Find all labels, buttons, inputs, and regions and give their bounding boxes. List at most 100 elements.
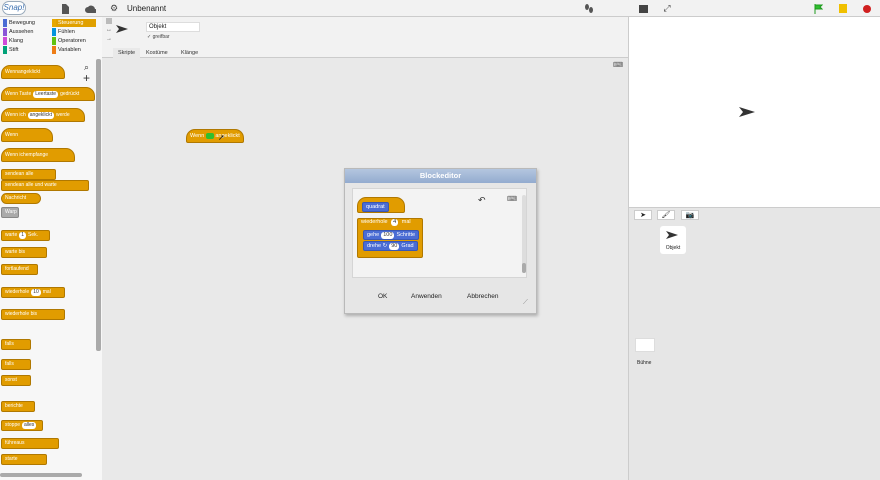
script-hat-block[interactable]: Wenn angeklickt	[186, 129, 244, 143]
palette-block[interactable]: Nachricht	[1, 193, 41, 204]
draggable-checkbox[interactable]: ✓ greifbar	[147, 34, 170, 40]
block-label-suffix: an alle	[18, 171, 34, 177]
tab-costumes[interactable]: Kostüme	[141, 48, 173, 58]
category-motion[interactable]: Bewegung	[3, 19, 47, 27]
apply-button[interactable]: Anwenden	[411, 293, 442, 300]
sprite-name-field[interactable]: Objekt	[146, 22, 200, 32]
rotation-style-full[interactable]	[106, 18, 112, 24]
pause-icon[interactable]	[836, 2, 850, 15]
palette-block[interactable]: Wenn Taste Leertaste gedrückt	[1, 87, 95, 101]
dialog-scrollbar[interactable]	[522, 263, 526, 273]
block-label: Wenn Taste	[5, 91, 32, 97]
move-block[interactable]: gehe 100 Schritte	[363, 230, 420, 240]
repeat-count-slot[interactable]: 4	[391, 219, 399, 226]
stage-thumbnail[interactable]	[635, 338, 655, 352]
block-label-suffix: Sek.	[28, 232, 39, 238]
keyboard-icon[interactable]: ⌨	[613, 61, 623, 69]
tab-sounds[interactable]: Klänge	[176, 48, 203, 58]
tab-scripts[interactable]: Skripte	[113, 48, 141, 58]
top-bar: Snap! ⚙ Unbenannt ⤢	[0, 0, 880, 17]
block-label: sende	[5, 182, 19, 188]
undo-icon[interactable]: ↶	[478, 195, 486, 206]
block-label: sende	[5, 171, 19, 177]
camera-icon[interactable]: 📷	[681, 210, 699, 220]
block-slot[interactable]: angeklickt	[27, 112, 54, 119]
dialog-title[interactable]: Blockeditor	[345, 169, 536, 183]
block-slot[interactable]: 1	[19, 232, 27, 239]
block-label: Nachricht	[5, 195, 27, 201]
category-variables[interactable]: Variablen	[52, 46, 96, 54]
file-icon[interactable]	[58, 2, 72, 15]
palette-block[interactable]: warte 1 Sek.	[1, 230, 50, 241]
custom-hat-block[interactable]: quadrat	[357, 197, 405, 213]
prototype-block[interactable]: quadrat	[362, 202, 389, 212]
add-block-icon[interactable]: +	[83, 71, 90, 85]
stop-icon[interactable]	[860, 2, 874, 15]
block-label: führe	[5, 440, 17, 446]
block-definition-area[interactable]: quadrat wiederhole 4 mal gehe 100 Schritte…	[352, 188, 527, 278]
category-pen[interactable]: Stift	[3, 46, 47, 54]
block-label: wiederhole bis	[5, 311, 37, 317]
palette-block[interactable]: berichte	[1, 401, 35, 412]
block-label: falls	[5, 361, 14, 367]
rotation-style-leftright[interactable]: ↔	[106, 27, 112, 33]
sprite-arrow-icon[interactable]	[739, 107, 755, 117]
block-slot[interactable]: Leertaste	[33, 91, 59, 98]
dialog-scroll-track	[522, 195, 526, 273]
footprints-icon[interactable]	[582, 2, 596, 15]
block-label: fortlaufend	[5, 266, 29, 272]
palette-block[interactable]: Wenn ich angeklickt werde	[1, 108, 85, 122]
block-slot[interactable]: 10	[31, 289, 41, 296]
category-selector: Bewegung Steuerung Aussehen Fühlen Klang…	[0, 17, 102, 59]
palette-block[interactable]: führeaus	[1, 438, 59, 449]
turn-block[interactable]: drehe ↻ 90 Grad	[363, 241, 418, 251]
palette-block[interactable]: falls	[1, 359, 31, 370]
block-label-suffix: werde	[56, 112, 70, 118]
category-control[interactable]: Steuerung	[52, 19, 96, 27]
palette-block[interactable]: falls	[1, 339, 31, 350]
palette-block[interactable]: Wennangeklickt	[1, 65, 65, 79]
turtle-icon[interactable]: ➤	[634, 210, 652, 220]
resize-handle-icon[interactable]: ⟋	[523, 299, 528, 307]
cloud-icon[interactable]	[83, 2, 97, 15]
green-flag-icon[interactable]	[811, 2, 825, 15]
block-label-suffix: mal	[42, 289, 51, 295]
palette-horizontal-scrollbar[interactable]	[0, 473, 82, 477]
palette-block[interactable]: sendean alle und warte	[1, 180, 89, 191]
category-sensing[interactable]: Fühlen	[52, 28, 96, 36]
block-label: falls	[5, 341, 14, 347]
palette-block[interactable]: Warp	[1, 207, 19, 218]
turn-degrees-slot[interactable]: 90	[389, 243, 400, 250]
palette-block[interactable]: sonst	[1, 375, 31, 386]
palette-block[interactable]: starte	[1, 454, 47, 465]
snap-logo[interactable]: Snap!	[2, 1, 26, 15]
ok-button[interactable]: OK	[378, 293, 387, 300]
sprite-thumbnail	[116, 25, 128, 35]
cancel-button[interactable]: Abbrechen	[467, 293, 498, 300]
sprite-icon-objekt[interactable]: Objekt	[660, 226, 686, 254]
move-steps-slot[interactable]: 100	[381, 232, 395, 239]
palette-block[interactable]: stoppe alles	[1, 420, 43, 431]
stage[interactable]	[628, 17, 880, 207]
palette-block[interactable]: Wenn ichempfange	[1, 148, 75, 162]
palette-block[interactable]: Wenn	[1, 128, 53, 142]
block-label: berichte	[5, 403, 23, 409]
palette-block[interactable]: warte bis	[1, 247, 47, 258]
block-slot[interactable]: alles	[22, 422, 37, 429]
normal-stage-icon[interactable]	[636, 2, 650, 15]
category-sound[interactable]: Klang	[3, 37, 47, 45]
keyboard-icon[interactable]: ⌨	[507, 195, 517, 203]
paintbrush-icon[interactable]: 🖌	[657, 210, 675, 220]
fullscreen-icon[interactable]: ⤢	[660, 2, 674, 15]
category-operators[interactable]: Operatoren	[52, 37, 96, 45]
palette-block[interactable]: wiederhole 10 mal	[1, 287, 65, 298]
rotation-style-none[interactable]: →	[106, 36, 112, 42]
palette-scrollbar[interactable]	[96, 59, 101, 351]
block-palette: ⌕ + Wennangeklickt Wenn Taste Leertaste ged…	[0, 59, 102, 480]
flag-icon	[205, 132, 214, 139]
palette-block[interactable]: fortlaufend	[1, 264, 38, 275]
palette-block[interactable]: wiederhole bis	[1, 309, 65, 320]
palette-block[interactable]: sendean alle	[1, 169, 56, 180]
category-looks[interactable]: Aussehen	[3, 28, 47, 36]
gear-icon[interactable]: ⚙	[107, 2, 121, 15]
